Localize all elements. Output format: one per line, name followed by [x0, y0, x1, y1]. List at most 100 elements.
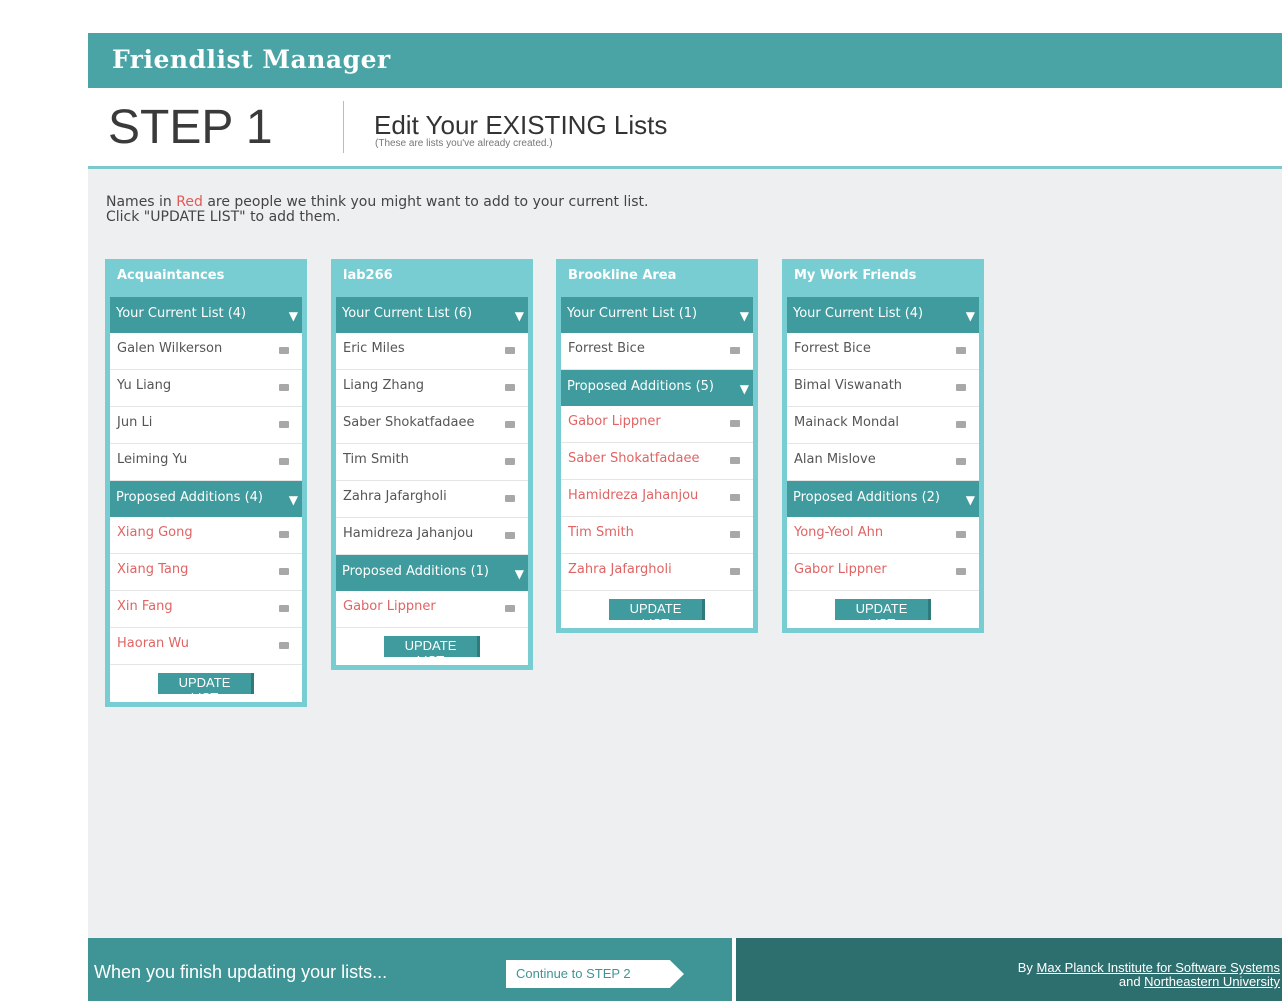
proposed-additions-toggle[interactable]: Proposed Additions (4) ▼: [110, 481, 302, 517]
list-item: Tim Smith: [336, 444, 528, 481]
proposed-item: Gabor Lippner: [787, 554, 979, 591]
proposed-item: Saber Shokatfadaee: [561, 443, 753, 480]
friend-name: Galen Wilkerson: [117, 341, 223, 356]
instructions-red-word: Red: [176, 194, 203, 210]
section-label: Your Current List (1): [567, 306, 698, 321]
instructions-line-2: Click "UPDATE LIST" to add them.: [106, 209, 341, 225]
friend-name: Alan Mislove: [794, 452, 876, 467]
list-item: Forrest Bice: [561, 333, 753, 370]
remove-icon[interactable]: [730, 347, 740, 354]
remove-icon[interactable]: [730, 568, 740, 575]
list-panel-acquaintances: Acquaintances Your Current List (4) ▼ Gal…: [105, 259, 307, 707]
remove-icon[interactable]: [279, 605, 289, 612]
friend-name: Xiang Tang: [117, 562, 189, 577]
remove-icon[interactable]: [956, 384, 966, 391]
step-banner: STEP 1 Edit Your EXISTING Lists (These a…: [88, 88, 1282, 169]
current-list-toggle[interactable]: Your Current List (4) ▼: [110, 297, 302, 333]
app-title: Friendlist Manager: [112, 45, 391, 74]
chevron-down-icon: ▼: [514, 567, 524, 581]
remove-icon[interactable]: [730, 531, 740, 538]
remove-icon[interactable]: [956, 347, 966, 354]
friend-name: Gabor Lippner: [343, 599, 436, 614]
remove-icon[interactable]: [956, 568, 966, 575]
friend-name: Leiming Yu: [117, 452, 188, 467]
remove-icon[interactable]: [505, 605, 515, 612]
proposed-item: Xin Fang: [110, 591, 302, 628]
friend-name: Yu Liang: [117, 378, 172, 393]
list-body: Your Current List (4) ▼ Galen Wilkerson Y…: [110, 297, 302, 705]
continue-step2-button[interactable]: Continue to STEP 2: [506, 960, 684, 988]
remove-icon[interactable]: [505, 495, 515, 502]
list-item: Hamidreza Jahanjou: [336, 518, 528, 555]
mpi-sws-link[interactable]: Max Planck Institute for Software System…: [1037, 960, 1280, 975]
remove-icon[interactable]: [505, 458, 515, 465]
update-row: UPDATE LIST: [561, 591, 753, 631]
proposed-additions-toggle[interactable]: Proposed Additions (5) ▼: [561, 370, 753, 406]
remove-icon[interactable]: [279, 347, 289, 354]
remove-icon[interactable]: [956, 421, 966, 428]
proposed-item: Hamidreza Jahanjou: [561, 480, 753, 517]
friend-name: Tim Smith: [343, 452, 409, 467]
remove-icon[interactable]: [279, 384, 289, 391]
proposed-item: Haoran Wu: [110, 628, 302, 665]
northeastern-link[interactable]: Northeastern University: [1144, 974, 1280, 989]
instructions: Names in Red are people we think you mig…: [106, 195, 648, 225]
proposed-item: Zahra Jafargholi: [561, 554, 753, 591]
footer-credits-panel: By Max Planck Institute for Software Sys…: [736, 938, 1282, 1001]
section-label: Your Current List (6): [342, 306, 473, 321]
remove-icon[interactable]: [505, 421, 515, 428]
chevron-down-icon: ▼: [288, 309, 298, 323]
chevron-down-icon: ▼: [739, 309, 749, 323]
list-title: My Work Friends: [794, 268, 917, 283]
list-item: Liang Zhang: [336, 370, 528, 407]
update-list-button[interactable]: UPDATE LIST: [384, 636, 480, 668]
current-list-toggle[interactable]: Your Current List (4) ▼: [787, 297, 979, 333]
proposed-additions-toggle[interactable]: Proposed Additions (1) ▼: [336, 555, 528, 591]
remove-icon[interactable]: [279, 531, 289, 538]
remove-icon[interactable]: [505, 347, 515, 354]
list-title: Brookline Area: [568, 268, 677, 283]
update-row: UPDATE LIST: [787, 591, 979, 631]
current-list-toggle[interactable]: Your Current List (1) ▼: [561, 297, 753, 333]
remove-icon[interactable]: [956, 531, 966, 538]
friend-name: Zahra Jafargholi: [343, 489, 447, 504]
step-number: STEP 1: [108, 101, 273, 154]
proposed-item: Xiang Gong: [110, 517, 302, 554]
credits-by: By: [1017, 960, 1037, 975]
list-item: Mainack Mondal: [787, 407, 979, 444]
remove-icon[interactable]: [730, 420, 740, 427]
remove-icon[interactable]: [730, 494, 740, 501]
friend-name: Gabor Lippner: [794, 562, 887, 577]
proposed-additions-toggle[interactable]: Proposed Additions (2) ▼: [787, 481, 979, 517]
section-label: Proposed Additions (5): [567, 379, 714, 394]
update-list-button[interactable]: UPDATE LIST: [158, 673, 254, 705]
remove-icon[interactable]: [505, 532, 515, 539]
friend-name: Xiang Gong: [117, 525, 193, 540]
remove-icon[interactable]: [730, 457, 740, 464]
remove-icon[interactable]: [956, 458, 966, 465]
list-item: Eric Miles: [336, 333, 528, 370]
friend-name: Tim Smith: [568, 525, 634, 540]
proposed-item: Xiang Tang: [110, 554, 302, 591]
update-list-button[interactable]: UPDATE LIST: [835, 599, 931, 631]
list-body: Your Current List (1) ▼ Forrest Bice Prop…: [561, 297, 753, 631]
remove-icon[interactable]: [505, 384, 515, 391]
friend-name: Jun Li: [117, 415, 153, 430]
step-subtitle: (These are lists you've already created.…: [375, 138, 553, 149]
friend-name: Hamidreza Jahanjou: [343, 526, 474, 541]
credits-line-1: By Max Planck Institute for Software Sys…: [1018, 961, 1280, 975]
remove-icon[interactable]: [279, 458, 289, 465]
friend-name: Hamidreza Jahanjou: [568, 488, 699, 503]
list-panel-brookline-area: Brookline Area Your Current List (1) ▼ Fo…: [556, 259, 758, 633]
friend-name: Bimal Viswanath: [794, 378, 903, 393]
remove-icon[interactable]: [279, 642, 289, 649]
list-item: Forrest Bice: [787, 333, 979, 370]
update-list-button[interactable]: UPDATE LIST: [609, 599, 705, 631]
remove-icon[interactable]: [279, 421, 289, 428]
app-header: Friendlist Manager: [88, 33, 1282, 88]
list-body: Your Current List (6) ▼ Eric Miles Liang …: [336, 297, 528, 668]
footer-bar: When you finish updating your lists... C…: [88, 938, 1282, 1001]
remove-icon[interactable]: [279, 568, 289, 575]
instructions-pre: Names in: [106, 194, 177, 210]
current-list-toggle[interactable]: Your Current List (6) ▼: [336, 297, 528, 333]
